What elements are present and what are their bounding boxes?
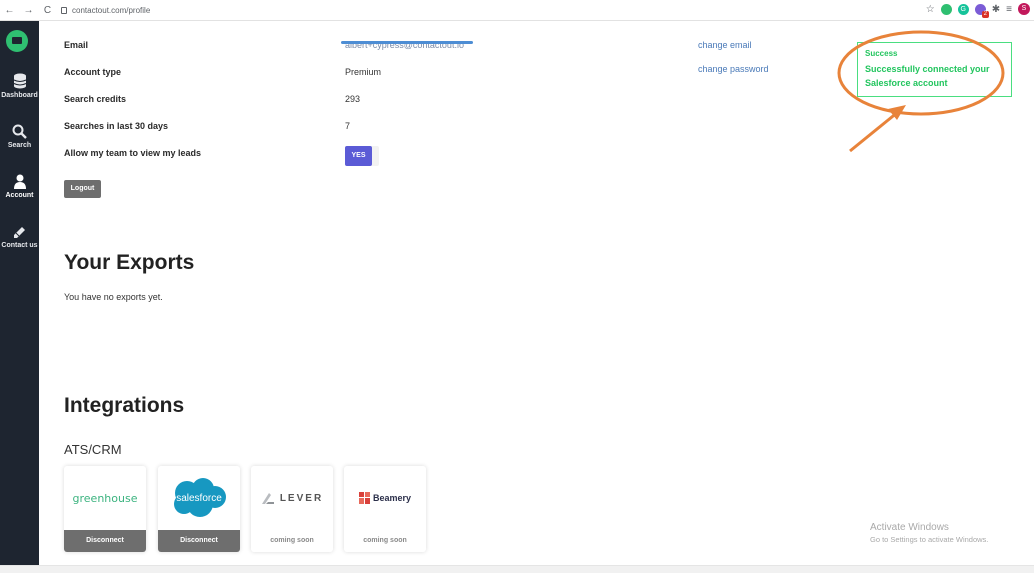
sidebar-item-contact[interactable]: Contact us xyxy=(0,224,39,249)
integration-card-beamery: Beamery coming soon xyxy=(344,466,426,552)
pencil-icon xyxy=(14,227,25,238)
activate-windows-watermark: Activate Windows Go to Settings to activ… xyxy=(870,522,988,544)
toast-title: Success xyxy=(865,49,898,58)
salesforce-logo: salesforce xyxy=(158,466,240,530)
greenhouse-logo-text: greenhouse xyxy=(72,491,138,505)
change-password-link[interactable]: change password xyxy=(698,64,769,74)
horizontal-scrollbar[interactable] xyxy=(0,565,1034,573)
account-type-label: Account type xyxy=(64,67,122,77)
lever-mark-icon xyxy=(261,493,274,504)
beamery-mark-icon xyxy=(358,492,370,504)
account-type-value: Premium xyxy=(345,67,382,77)
database-icon xyxy=(13,73,26,89)
extension-green-icon[interactable] xyxy=(940,3,952,15)
integration-card-lever: LEVER coming soon xyxy=(251,466,333,552)
lever-logo-text: LEVER xyxy=(279,492,324,504)
extensions-bar: ☆ G 2 ✱ ≡ S xyxy=(926,3,1030,18)
change-email-link[interactable]: change email xyxy=(698,40,752,50)
lever-logo: LEVER xyxy=(251,466,333,530)
beamery-logo: Beamery xyxy=(344,466,426,530)
watermark-subtitle: Go to Settings to activate Windows. xyxy=(870,535,989,544)
integrations-title: Integrations xyxy=(64,394,185,417)
forward-icon[interactable]: → xyxy=(23,5,34,16)
sidebar-label-dashboard: Dashboard xyxy=(1,92,38,99)
greenhouse-logo: greenhouse xyxy=(64,466,146,530)
search-credits-label: Search credits xyxy=(64,94,127,104)
address-bar[interactable]: contactout.com/profile xyxy=(61,6,150,15)
back-icon[interactable]: ← xyxy=(4,5,15,16)
main-content: Email albert+cypress@contactout.io chang… xyxy=(39,21,1034,565)
sidebar-item-search[interactable]: Search xyxy=(0,124,39,149)
greenhouse-disconnect-button[interactable]: Disconnect xyxy=(64,530,146,552)
exports-empty-text: You have no exports yet. xyxy=(64,292,163,302)
integration-card-greenhouse: greenhouse Disconnect xyxy=(64,466,146,552)
beamery-logo-text: Beamery xyxy=(372,493,412,503)
user-icon xyxy=(13,174,26,189)
salesforce-logo-text: salesforce xyxy=(176,493,222,504)
logout-button[interactable]: Logout xyxy=(64,180,101,198)
sidebar-label-contact: Contact us xyxy=(1,242,38,249)
toggle-yes: YES xyxy=(345,146,372,166)
redaction-mark xyxy=(341,41,473,44)
url-text: contactout.com/profile xyxy=(72,5,151,15)
team-leads-label: Allow my team to view my leads xyxy=(64,148,202,158)
salesforce-cloud-icon: salesforce xyxy=(174,478,226,517)
reload-icon[interactable]: C xyxy=(42,5,53,16)
browser-toolbar: ← → C contactout.com/profile ☆ G 2 ✱ ≡ S xyxy=(0,0,1034,21)
star-icon[interactable]: ☆ xyxy=(926,4,935,15)
beamery-coming-soon: coming soon xyxy=(363,537,407,544)
success-toast: Success Successfully connected your Sale… xyxy=(857,42,1012,97)
searches-value: 7 xyxy=(345,121,351,131)
searches-label: Searches in last 30 days xyxy=(64,121,169,131)
sidebar-item-dashboard[interactable]: Dashboard xyxy=(0,73,39,99)
exports-title: Your Exports xyxy=(64,251,195,274)
puzzle-icon[interactable]: ✱ xyxy=(992,4,1000,15)
sidebar-label-account: Account xyxy=(5,192,34,199)
lock-icon xyxy=(61,6,67,14)
reading-list-icon[interactable]: ≡ xyxy=(1006,4,1012,15)
search-credits-value: 293 xyxy=(345,94,361,104)
ats-crm-subtitle: ATS/CRM xyxy=(64,442,122,457)
lever-coming-soon: coming soon xyxy=(270,537,314,544)
salesforce-disconnect-button[interactable]: Disconnect xyxy=(158,530,240,552)
extension-badge-icon[interactable]: 2 xyxy=(974,3,989,18)
sidebar: Dashboard Search Account Contact us xyxy=(0,21,39,573)
sidebar-label-search: Search xyxy=(7,142,32,149)
toast-message: Successfully connected your Salesforce a… xyxy=(865,64,990,88)
browser-nav: ← → C xyxy=(0,5,53,16)
extension-badge-count: 2 xyxy=(981,10,989,18)
search-icon xyxy=(12,124,27,139)
email-label: Email xyxy=(64,40,89,50)
watermark-title: Activate Windows xyxy=(870,522,949,533)
sidebar-item-account[interactable]: Account xyxy=(0,174,39,199)
grammarly-icon[interactable]: G xyxy=(957,3,969,15)
team-leads-toggle[interactable]: YES xyxy=(345,146,379,166)
integration-card-salesforce: salesforce Disconnect xyxy=(158,466,240,552)
profile-avatar[interactable]: S xyxy=(1018,3,1030,15)
contactout-logo[interactable] xyxy=(6,30,28,52)
